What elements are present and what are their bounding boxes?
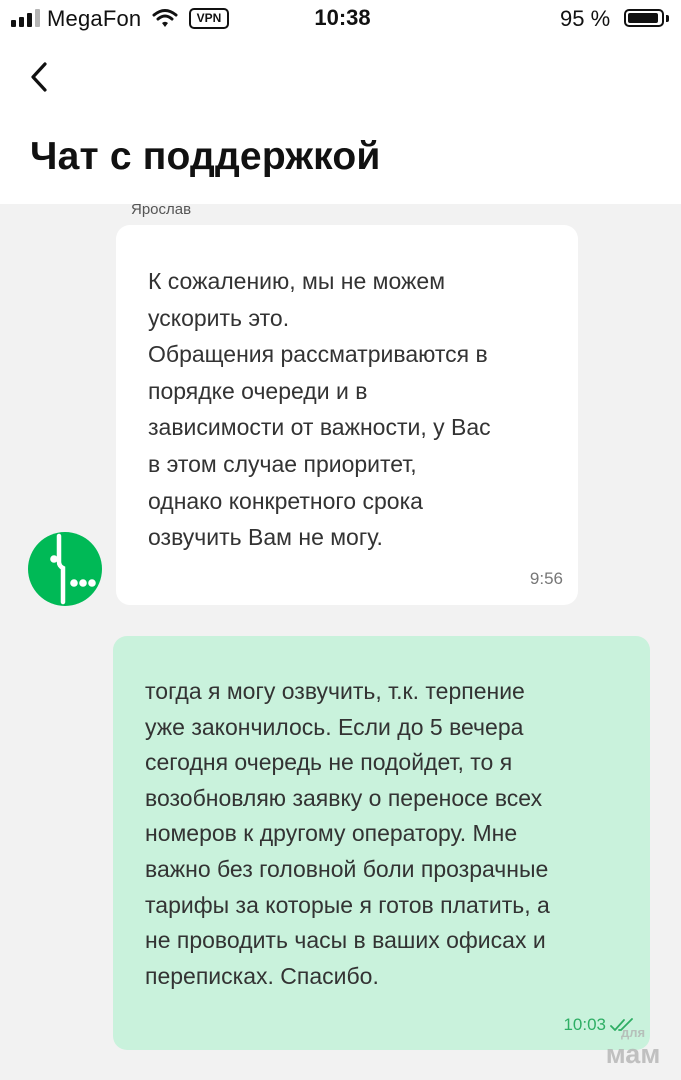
message-text-line: в этом случае приоритет, xyxy=(148,450,417,477)
battery-level xyxy=(628,13,658,23)
message-text-line: ускорить это. xyxy=(148,304,290,331)
incoming-message-bubble[interactable]: К сожалению, мы не можем ускорить это. О… xyxy=(116,225,578,605)
message-text-line: тогда я могу озвучить, т.к. терпение xyxy=(145,678,525,704)
message-text-line: однако конкретного срока xyxy=(148,487,423,514)
page-title: Чат с поддержкой xyxy=(30,135,381,178)
message-text-line: номеров к другому оператору. Мне xyxy=(145,820,518,847)
chevron-left-icon xyxy=(31,62,47,92)
message-timestamp: 10:03 xyxy=(563,1015,606,1034)
signal-strength-icon xyxy=(11,9,41,27)
message-text-line: тарифы за которые я готов платить, а xyxy=(145,891,550,918)
message-text-line: порядке очереди и в xyxy=(148,377,368,404)
sender-name: Ярослав xyxy=(131,201,192,218)
message-text-line: зависимости от важности, у Вас xyxy=(148,414,491,441)
wifi-icon xyxy=(152,9,178,27)
battery-icon xyxy=(624,9,664,27)
megafon-logo-icon[interactable] xyxy=(28,532,102,606)
message-text-line: переписках. Спасибо. xyxy=(145,962,379,989)
message-text-line: К сожалению, мы не можем xyxy=(148,268,446,294)
avatar xyxy=(28,532,102,606)
clock: 10:38 xyxy=(314,5,371,30)
battery-tip xyxy=(666,15,669,22)
message-text-line: возобновляю заявку о переносе всех xyxy=(145,784,543,811)
message-text-line: сегодня очередь не подойдет, то я xyxy=(145,749,513,776)
double-check-icon xyxy=(610,1018,633,1031)
message-text-line: важно без головной боли прозрачные xyxy=(145,855,549,882)
battery-percent: 95 % xyxy=(560,6,611,31)
message-text-line: Обращения рассматриваются в xyxy=(148,341,488,368)
carrier-name: MegaFon xyxy=(47,6,142,31)
vpn-badge: VPN xyxy=(189,8,229,29)
message-text-line: озвучить Вам не могу. xyxy=(148,524,383,551)
back-button[interactable] xyxy=(22,55,62,99)
outgoing-message-bubble[interactable]: тогда я могу озвучить, т.к. терпение уже… xyxy=(113,636,650,1050)
message-text-line: не проводить часы в ваших офисах и xyxy=(145,927,546,954)
message-text-line: уже закончилось. Если до 5 вечера xyxy=(145,713,524,740)
status-bar: MegaFon VPN 10:38 95 % xyxy=(0,0,681,40)
message-timestamp: 9:56 xyxy=(529,569,563,588)
